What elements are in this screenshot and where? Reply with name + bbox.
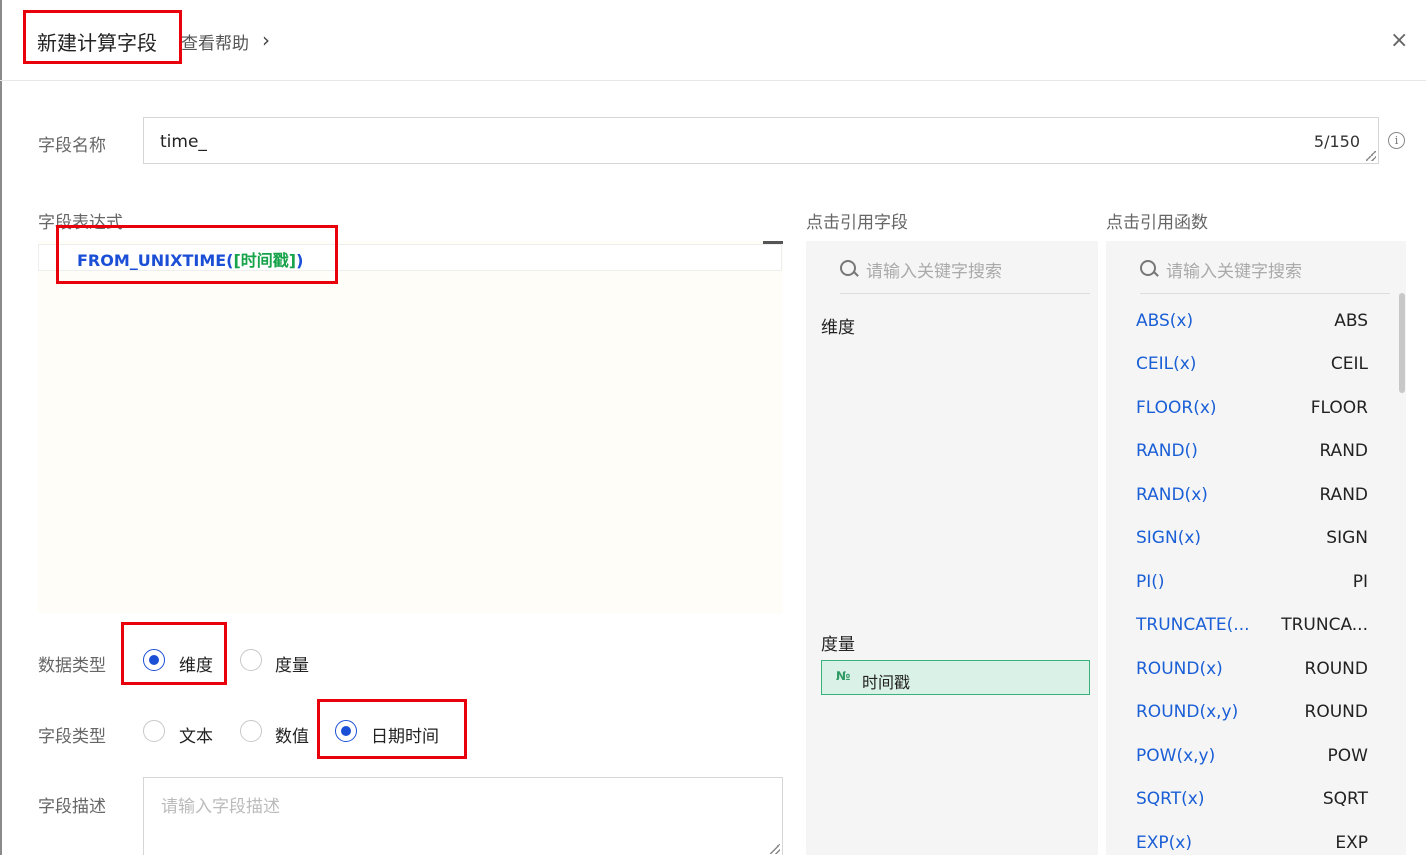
editor-scroll-marker (763, 241, 783, 244)
calculated-field-dialog: 新建计算字段 查看帮助 › × 字段名称 time_ 5/150 i 字段表达式… (0, 0, 1426, 855)
description-textarea[interactable]: 请输入字段描述 (143, 777, 783, 855)
number-type-icon: № (836, 669, 851, 683)
dialog-left-edge (0, 0, 2, 855)
function-name: PI (1352, 572, 1368, 592)
field-search-input[interactable]: 请输入关键字搜索 (840, 241, 1090, 294)
function-item[interactable]: SIGN(x) SIGN (1136, 528, 1368, 550)
highlight-box-data-type (121, 622, 227, 685)
function-signature[interactable]: ABS(x) (1136, 311, 1193, 331)
function-name: ROUND (1304, 659, 1368, 679)
function-item[interactable]: RAND() RAND (1136, 441, 1368, 463)
function-name: ABS (1334, 311, 1368, 331)
function-signature[interactable]: FLOOR(x) (1136, 398, 1217, 418)
field-search-placeholder: 请输入关键字搜索 (866, 262, 1002, 282)
field-name-input[interactable]: time_ 5/150 (143, 117, 1379, 164)
function-item[interactable]: EXP(x) EXP (1136, 833, 1368, 855)
highlight-box-field-type (317, 699, 467, 759)
function-name: ROUND (1304, 702, 1368, 722)
radio-measure[interactable] (240, 649, 262, 671)
radio-text-label[interactable]: 文本 (179, 722, 213, 747)
highlight-box-title (23, 10, 182, 64)
function-item[interactable]: ROUND(x,y) ROUND (1136, 702, 1368, 724)
function-name: RAND (1319, 485, 1368, 505)
function-item[interactable]: SQRT(x) SQRT (1136, 789, 1368, 811)
help-link[interactable]: 查看帮助 (181, 29, 249, 54)
function-signature[interactable]: POW(x,y) (1136, 746, 1215, 766)
expression-editor[interactable]: FROM_UNIXTIME([时间戳]) (38, 241, 783, 613)
function-signature[interactable]: ROUND(x) (1136, 659, 1223, 679)
function-name: RAND (1319, 441, 1368, 461)
function-list-scrollbar[interactable] (1399, 293, 1405, 393)
radio-measure-label[interactable]: 度量 (275, 651, 309, 676)
function-signature[interactable]: PI() (1136, 572, 1165, 592)
function-item[interactable]: ABS(x) ABS (1136, 311, 1368, 333)
function-name: TRUNCA... (1281, 615, 1368, 635)
function-search-input[interactable]: 请输入关键字搜索 (1140, 241, 1390, 294)
function-signature[interactable]: ROUND(x,y) (1136, 702, 1238, 722)
function-search-placeholder: 请输入关键字搜索 (1166, 262, 1302, 282)
function-name: CEIL (1330, 354, 1368, 374)
data-type-label: 数据类型 (38, 656, 106, 676)
field-panel-title: 点击引用字段 (806, 213, 908, 233)
info-icon[interactable]: i (1388, 132, 1405, 149)
measure-section-label: 度量 (821, 635, 855, 655)
function-signature[interactable]: SQRT(x) (1136, 789, 1204, 809)
function-name: POW (1327, 746, 1368, 766)
function-item[interactable]: RAND(x) RAND (1136, 485, 1368, 507)
function-name: SQRT (1322, 789, 1368, 809)
field-name-label: 字段名称 (38, 136, 106, 156)
function-item[interactable]: POW(x,y) POW (1136, 746, 1368, 768)
description-label: 字段描述 (38, 797, 106, 817)
function-signature[interactable]: RAND() (1136, 441, 1198, 461)
search-icon (840, 260, 856, 276)
function-name: SIGN (1326, 528, 1368, 548)
highlight-box-expression (56, 225, 338, 284)
field-item-label: 时间戳 (862, 673, 911, 692)
field-name-value[interactable]: time_ (160, 132, 207, 152)
radio-number[interactable] (240, 720, 262, 742)
function-name: FLOOR (1310, 398, 1368, 418)
function-item[interactable]: FLOOR(x) FLOOR (1136, 398, 1368, 420)
field-item-timestamp[interactable]: № 时间戳 (821, 660, 1090, 695)
function-signature[interactable]: EXP(x) (1136, 833, 1192, 853)
function-item[interactable]: TRUNCATE(... TRUNCA... (1136, 615, 1368, 637)
function-signature[interactable]: RAND(x) (1136, 485, 1208, 505)
field-name-counter: 5/150 (1313, 132, 1360, 151)
radio-number-label[interactable]: 数值 (275, 722, 309, 747)
field-type-label: 字段类型 (38, 727, 106, 747)
description-placeholder: 请输入字段描述 (161, 797, 280, 817)
function-name: EXP (1335, 833, 1368, 853)
dimension-section-label: 维度 (821, 318, 855, 338)
resize-handle-icon[interactable] (770, 844, 780, 854)
function-item[interactable]: PI() PI (1136, 572, 1368, 594)
close-icon[interactable]: × (1390, 28, 1408, 53)
function-signature[interactable]: SIGN(x) (1136, 528, 1201, 548)
function-item[interactable]: ROUND(x) ROUND (1136, 659, 1368, 681)
resize-handle-icon[interactable] (1366, 151, 1376, 161)
function-item[interactable]: CEIL(x) CEIL (1136, 354, 1368, 376)
function-signature[interactable]: CEIL(x) (1136, 354, 1196, 374)
radio-text[interactable] (143, 720, 165, 742)
chevron-right-icon[interactable]: › (262, 28, 270, 52)
function-panel-title: 点击引用函数 (1106, 213, 1208, 233)
function-signature[interactable]: TRUNCATE(... (1136, 615, 1250, 635)
search-icon (1140, 260, 1156, 276)
